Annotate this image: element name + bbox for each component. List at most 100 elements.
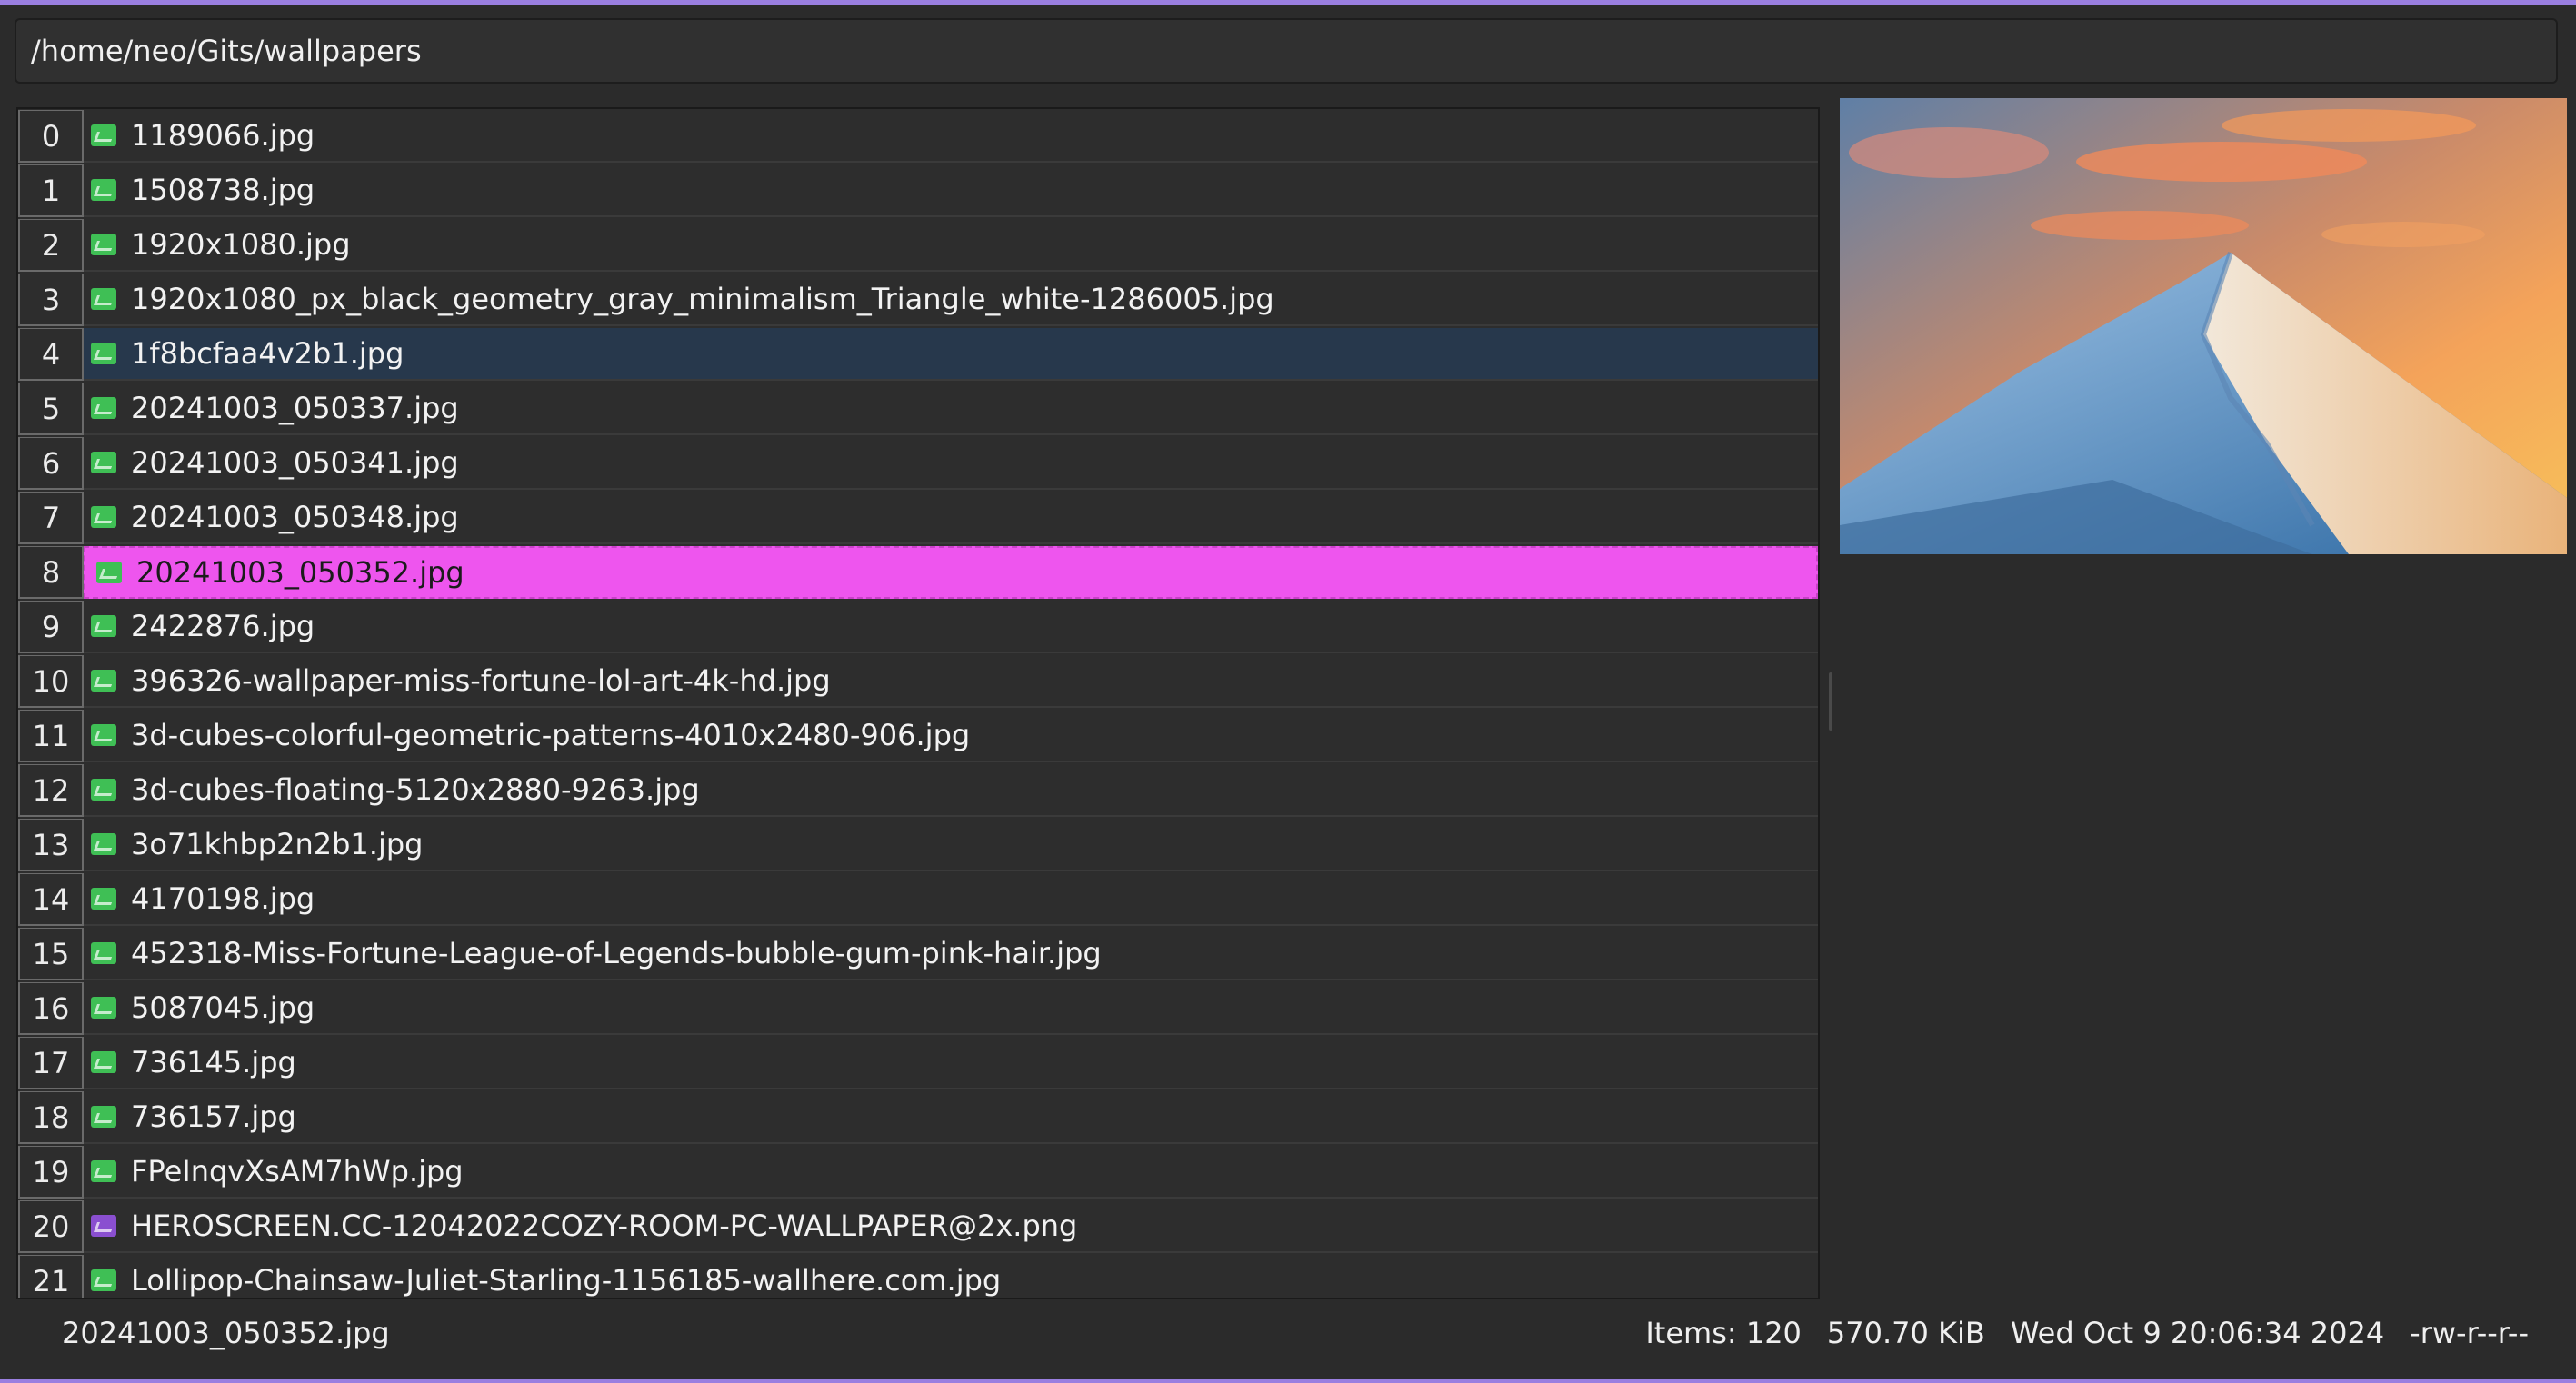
row-index: 21 [18, 1255, 84, 1298]
row-index: 11 [18, 710, 84, 762]
jpg-image-file-icon [91, 452, 116, 473]
file-name: 5087045.jpg [131, 990, 315, 1025]
file-row[interactable]: 15 452318-Miss-Fortune-League-of-Legends-… [18, 927, 1818, 981]
row-index: 20 [18, 1200, 84, 1253]
row-body[interactable]: 1508738.jpg [84, 164, 1818, 217]
row-body[interactable]: 1920x1080_px_black_geometry_gray_minimal… [84, 274, 1818, 326]
row-body[interactable]: 2422876.jpg [84, 601, 1818, 653]
row-index: 8 [18, 546, 84, 599]
status-permissions: -rw-r--r-- [2410, 1316, 2529, 1350]
status-modified-time: Wed Oct 9 20:06:34 2024 [2010, 1316, 2385, 1350]
jpg-image-file-icon [91, 288, 116, 310]
row-body[interactable]: FPeInqvXsAM7hWp.jpg [84, 1146, 1818, 1199]
status-item-count: Items: 120 [1645, 1316, 1802, 1350]
row-body[interactable]: 396326-wallpaper-miss-fortune-lol-art-4k… [84, 655, 1818, 708]
image-preview [1840, 98, 2567, 554]
row-index: 6 [18, 437, 84, 490]
file-row[interactable]: 2 1920x1080.jpg [18, 218, 1818, 273]
file-row[interactable]: 8 20241003_050352.jpg [18, 545, 1818, 600]
row-body[interactable]: 1920x1080.jpg [84, 219, 1818, 272]
row-index: 0 [18, 110, 84, 163]
status-file-size: 570.70 KiB [1826, 1316, 1985, 1350]
row-body[interactable]: HEROSCREEN.CC-12042022COZY-ROOM-PC-WALLP… [84, 1200, 1818, 1253]
jpg-image-file-icon [91, 942, 116, 964]
file-row[interactable]: 0 1189066.jpg [18, 109, 1818, 164]
file-name: 736145.jpg [131, 1045, 296, 1080]
file-row[interactable]: 14 4170198.jpg [18, 872, 1818, 927]
file-row[interactable]: 1 1508738.jpg [18, 164, 1818, 218]
row-body[interactable]: 3d-cubes-colorful-geometric-patterns-401… [84, 710, 1818, 762]
file-row[interactable]: 4 1f8bcfaa4v2b1.jpg [18, 327, 1818, 382]
row-body[interactable]: 20241003_050337.jpg [84, 383, 1818, 435]
pane-splitter-handle[interactable] [1829, 672, 1832, 731]
jpg-image-file-icon [91, 1106, 116, 1128]
file-name: 1508738.jpg [131, 173, 315, 207]
jpg-image-file-icon [91, 724, 116, 746]
row-index: 2 [18, 219, 84, 272]
jpg-image-file-icon [91, 1269, 116, 1291]
status-info: Items: 120 570.70 KiB Wed Oct 9 20:06:34… [1645, 1316, 2529, 1350]
jpg-image-file-icon [91, 779, 116, 801]
file-row[interactable]: 10 396326-wallpaper-miss-fortune-lol-art-… [18, 654, 1818, 709]
file-list[interactable]: 0 1189066.jpg 1 1508738.jpg 2 1920x1080.jpg 3 1… [16, 107, 1820, 1299]
file-row[interactable]: 18 736157.jpg [18, 1090, 1818, 1145]
file-name: 1920x1080.jpg [131, 227, 351, 262]
jpg-image-file-icon [91, 234, 116, 255]
jpg-image-file-icon [91, 1160, 116, 1182]
file-row[interactable]: 11 3d-cubes-colorful-geometric-patterns-4… [18, 709, 1818, 763]
jpg-image-file-icon [91, 343, 116, 364]
row-body[interactable]: Lollipop-Chainsaw-Juliet-Starling-115618… [84, 1255, 1818, 1298]
row-index: 7 [18, 492, 84, 544]
jpg-image-file-icon [91, 670, 116, 692]
row-body[interactable]: 20241003_050348.jpg [84, 492, 1818, 544]
jpg-image-file-icon [91, 997, 116, 1019]
file-row[interactable]: 19 FPeInqvXsAM7hWp.jpg [18, 1145, 1818, 1199]
file-row[interactable]: 17 736145.jpg [18, 1036, 1818, 1090]
jpg-image-file-icon [91, 179, 116, 201]
row-body[interactable]: 20241003_050341.jpg [84, 437, 1818, 490]
row-index: 13 [18, 819, 84, 871]
file-row[interactable]: 13 3o71khbp2n2b1.jpg [18, 818, 1818, 872]
row-body[interactable]: 20241003_050352.jpg [84, 546, 1818, 599]
row-index: 19 [18, 1146, 84, 1199]
window-top-border [0, 0, 2576, 5]
file-row[interactable]: 21 Lollipop-Chainsaw-Juliet-Starling-1156… [18, 1254, 1818, 1298]
row-body[interactable]: 3d-cubes-floating-5120x2880-9263.jpg [84, 764, 1818, 817]
file-row[interactable]: 7 20241003_050348.jpg [18, 491, 1818, 545]
row-body[interactable]: 1189066.jpg [84, 110, 1818, 163]
row-index: 12 [18, 764, 84, 817]
row-index: 3 [18, 274, 84, 326]
file-row[interactable]: 6 20241003_050341.jpg [18, 436, 1818, 491]
file-name: 20241003_050348.jpg [131, 500, 459, 534]
row-body[interactable]: 452318-Miss-Fortune-League-of-Legends-bu… [84, 928, 1818, 980]
jpg-image-file-icon [91, 833, 116, 855]
row-index: 15 [18, 928, 84, 980]
file-row[interactable]: 3 1920x1080_px_black_geometry_gray_minima… [18, 273, 1818, 327]
file-name: 3d-cubes-floating-5120x2880-9263.jpg [131, 772, 700, 807]
row-body[interactable]: 5087045.jpg [84, 982, 1818, 1035]
row-index: 5 [18, 383, 84, 435]
file-name: 1f8bcfaa4v2b1.jpg [131, 336, 404, 371]
row-body[interactable]: 736145.jpg [84, 1037, 1818, 1089]
file-name: 2422876.jpg [131, 609, 315, 643]
jpg-image-file-icon [91, 1051, 116, 1073]
file-row[interactable]: 5 20241003_050337.jpg [18, 382, 1818, 436]
row-body[interactable]: 3o71khbp2n2b1.jpg [84, 819, 1818, 871]
row-body[interactable]: 1f8bcfaa4v2b1.jpg [84, 328, 1818, 381]
row-body[interactable]: 4170198.jpg [84, 873, 1818, 926]
file-row[interactable]: 12 3d-cubes-floating-5120x2880-9263.jpg [18, 763, 1818, 818]
row-index: 16 [18, 982, 84, 1035]
file-name: Lollipop-Chainsaw-Juliet-Starling-115618… [131, 1263, 1002, 1298]
file-name: 20241003_050352.jpg [136, 555, 464, 590]
file-name: 452318-Miss-Fortune-League-of-Legends-bu… [131, 936, 1102, 970]
row-body[interactable]: 736157.jpg [84, 1091, 1818, 1144]
file-row[interactable]: 20 HEROSCREEN.CC-12042022COZY-ROOM-PC-WAL… [18, 1199, 1818, 1254]
path-bar[interactable]: /home/neo/Gits/wallpapers [15, 18, 2558, 84]
file-row[interactable]: 9 2422876.jpg [18, 600, 1818, 654]
row-index: 17 [18, 1037, 84, 1089]
file-row[interactable]: 16 5087045.jpg [18, 981, 1818, 1036]
png-image-file-icon [91, 1215, 116, 1237]
file-name: HEROSCREEN.CC-12042022COZY-ROOM-PC-WALLP… [131, 1209, 1078, 1243]
row-index: 9 [18, 601, 84, 653]
row-index: 4 [18, 328, 84, 381]
